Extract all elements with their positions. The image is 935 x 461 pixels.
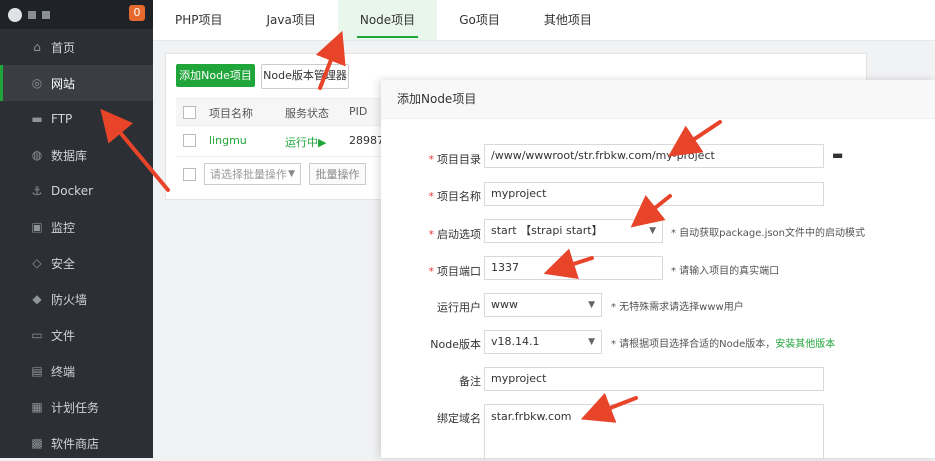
monitor-icon: ▣ [31,220,43,234]
sidebar-item-label: 终端 [51,364,76,379]
column-pid: PID [349,105,368,118]
sidebar-item-1[interactable]: ◎ 网站 [0,65,153,101]
sidebar-header: 0 [0,0,153,29]
tab-go[interactable]: Go项目 [437,0,522,40]
notification-badge[interactable]: 0 [129,5,145,21]
sidebar-item-10[interactable]: ▦ 计划任务 [0,389,153,425]
sidebar-item-label: 首页 [51,40,76,55]
sidebar-item-label: 软件商店 [51,436,100,451]
globe-icon: ◎ [31,76,43,90]
tab-php[interactable]: PHP项目 [153,0,245,40]
node-version-manager-button[interactable]: Node版本管理器 [261,64,349,89]
sidebar-item-5[interactable]: ▣ 监控 [0,209,153,245]
ftp-icon: ▬ [31,112,43,126]
sidebar-item-label: 防火墙 [51,292,88,307]
docker-icon: ⚓ [31,184,43,198]
chevron-down-icon: ▼ [588,337,595,347]
sidebar-item-11[interactable]: ▩ 软件商店 [0,425,153,461]
chevron-down-icon: ▼ [288,169,295,179]
status-running[interactable]: 运行中▶ [285,134,326,150]
dialog-title: 添加Node项目 [381,80,935,119]
domain-textarea[interactable]: star.frbkw.com [484,404,824,458]
select-all-checkbox[interactable] [183,106,196,119]
sidebar-item-8[interactable]: ▭ 文件 [0,317,153,353]
project-tabs: PHP项目 Java项目 Node项目 Go项目 其他项目 [153,0,935,41]
node-version-select[interactable]: v18.14.1 ▼ [484,330,602,354]
bulk-placeholder: 请选择批量操作 [210,168,287,181]
tab-other[interactable]: 其他项目 [522,0,614,40]
start-label: * 启动选项 [428,228,482,241]
project-dir-input[interactable]: /www/wwwroot/str.frbkw.com/my-project [484,144,824,168]
sidebar-item-6[interactable]: ◇ 安全 [0,245,153,281]
tab-node[interactable]: Node项目 [337,0,438,40]
user-hint: * 无特殊需求请选择www用户 [611,302,744,313]
store-icon: ▩ [31,436,43,450]
port-hint: * 请输入项目的真实端口 [671,266,780,277]
start-hint: * 自动获取package.json文件中的启动模式 [671,228,866,239]
sidebar-item-label: 安全 [51,256,76,271]
shield-icon: ◇ [32,256,42,270]
calendar-icon: ▦ [31,400,43,414]
sidebar-item-label: FTP [51,112,73,126]
bulk-action-select[interactable]: 请选择批量操作 ▼ [204,163,301,185]
sidebar-item-label: 文件 [51,328,76,343]
sidebar-item-label: Docker [51,184,94,198]
install-other-version-link[interactable]: 安装其他版本 [775,339,835,350]
sidebar-item-4[interactable]: ⚓ Docker [0,173,153,209]
dir-label: * 项目目录 [428,153,482,166]
logo-icon [8,7,22,22]
run-user-select[interactable]: www ▼ [484,293,602,317]
chevron-down-icon: ▼ [588,300,595,310]
terminal-icon: ▤ [31,364,43,378]
sidebar: 0 ⌂ 首页 ◎ 网站 ▬ FTP ◍ 数据库 ⚓ Docker ▣ 监控 ◇ 安全 ◆ 防火墙 ▭ 文件 ▤ 终端 ▦… [0,0,153,458]
chevron-down-icon: ▼ [649,226,656,236]
note-label: 备注 [459,375,481,388]
name-label: * 项目名称 [428,190,482,203]
sidebar-item-2[interactable]: ▬ FTP [0,101,153,137]
sidebar-item-0[interactable]: ⌂ 首页 [0,29,153,65]
sidebar-item-7[interactable]: ◆ 防火墙 [0,281,153,317]
project-name-input[interactable]: myproject [484,182,824,206]
sidebar-item-label: 网站 [51,76,76,91]
note-input[interactable]: myproject [484,367,824,391]
sidebar-item-3[interactable]: ◍ 数据库 [0,137,153,173]
user-label: 运行用户 [437,301,481,314]
row-checkbox[interactable] [183,134,196,147]
column-name: 项目名称 [209,107,253,120]
folder-open-icon[interactable]: ▬ [832,148,843,162]
status-dot [28,10,36,19]
firewall-icon: ◆ [32,292,42,306]
sidebar-item-label: 数据库 [51,148,88,163]
add-node-project-dialog: 添加Node项目 * 项目目录 /www/wwwroot/str.frbkw.co… [381,80,935,458]
project-port-input[interactable]: 1337 [484,256,663,280]
folder-icon: ▭ [31,328,43,342]
bulk-checkbox[interactable] [183,168,196,181]
home-icon: ⌂ [33,40,41,54]
tab-java[interactable]: Java项目 [245,0,338,40]
column-status: 服务状态 [285,107,329,120]
domain-label: 绑定域名 [437,412,481,425]
node-version-hint: * 请根据项目选择合适的Node版本，安装其他版本 [611,339,836,350]
database-icon: ◍ [31,148,43,162]
node-version-label: Node版本 [430,338,481,351]
start-option-select[interactable]: start 【strapi start】 ▼ [484,219,663,243]
project-name-link[interactable]: lingmu [209,134,247,147]
status-dot [42,10,50,19]
bulk-action-button[interactable]: 批量操作 [309,163,366,185]
port-label: * 项目端口 [428,265,482,278]
add-node-project-button[interactable]: 添加Node项目 [176,64,255,87]
sidebar-item-label: 监控 [51,220,76,235]
sidebar-item-label: 计划任务 [51,400,100,415]
sidebar-item-9[interactable]: ▤ 终端 [0,353,153,389]
